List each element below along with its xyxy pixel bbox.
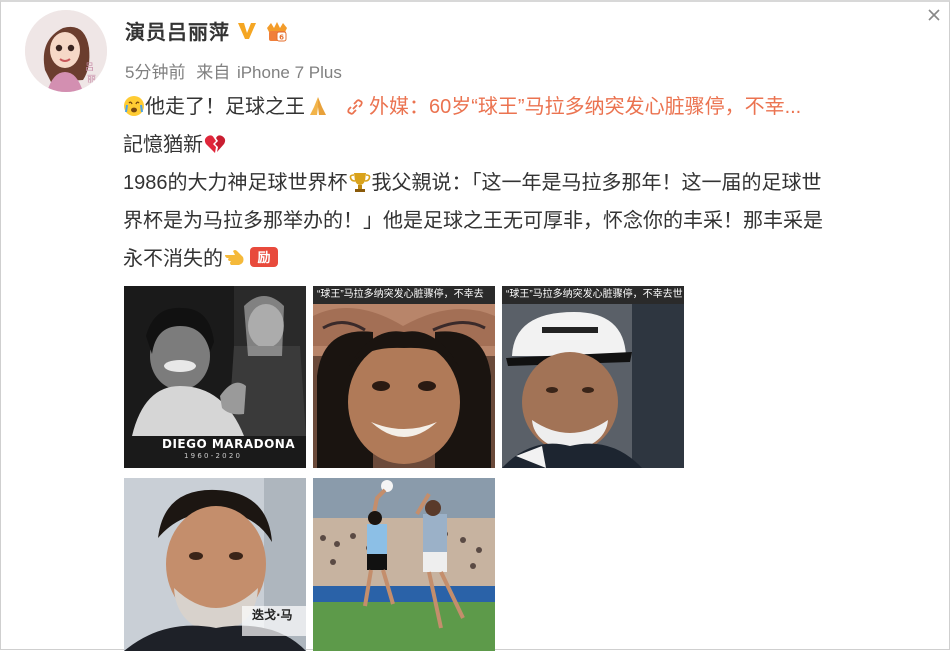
pray-emoji (310, 97, 326, 115)
content-line-3: 1986的大力神足球世界杯 我父親说：「这一年是马拉多那年！这一届的足球世 (123, 164, 943, 202)
close-icon[interactable] (927, 8, 941, 22)
linked-article[interactable]: 外媒：60岁“球王”马拉多纳突发心脏骤停，不幸... (369, 96, 801, 118)
avatar[interactable]: 吕 丽 (25, 10, 107, 92)
content-text-5: 永不消失的 (123, 248, 223, 270)
content-line-1: 他走了！足球之王 外媒：60岁“球王”马拉多纳突发心脏骤停，不幸... (123, 88, 943, 126)
post-meta: 5分钟前 来自 iPhone 7 Plus (125, 58, 342, 83)
weibo-post-card: 吕 丽 演员吕丽萍 6 5分钟前 来自 iPhone 7 Plus 他走了！足球… (0, 0, 950, 651)
svg-text:6: 6 (279, 33, 284, 41)
cheer-emoji: 励 (250, 247, 278, 267)
verified-v-icon (238, 22, 256, 39)
photo-thumbnail-5[interactable] (313, 478, 495, 651)
memorial-years: 1 9 6 0 - 2 0 2 0 (184, 452, 240, 460)
photo-caption-2: “球王”马拉多纳突发心脏骤停，不幸去 (313, 286, 495, 304)
content-text-1: 他走了！足球之王 (145, 96, 305, 118)
svg-text:丽: 丽 (87, 74, 96, 85)
content-line-5: 永不消失的 励 (123, 240, 943, 278)
author-row: 演员吕丽萍 6 (125, 16, 290, 45)
author-name[interactable]: 演员吕丽萍 (125, 16, 230, 45)
crown-badge-icon[interactable]: 6 (264, 19, 290, 43)
photo-caption-3: “球王”马拉多纳突发心脏骤停，不幸去世 (502, 286, 684, 304)
svg-text:吕: 吕 (85, 62, 94, 73)
hand-point-emoji (225, 250, 244, 265)
content-text-3b: 我父親说：「这一年是马拉多那年！这一届的足球世 (371, 172, 822, 194)
content-text-2: 記憶猶新 (123, 134, 203, 156)
content-text-3a: 1986的大力神足球世界杯 (123, 172, 348, 194)
memorial-name: DIEGO MARADONA (162, 437, 296, 451)
broken-heart-emoji (204, 135, 226, 153)
trophy-emoji (349, 173, 370, 192)
photo-thumbnail-2[interactable]: “球王”马拉多纳突发心脏骤停，不幸去 (313, 286, 495, 468)
photo-caption-4: 迭戈·马 (252, 608, 293, 622)
svg-text:励: 励 (257, 251, 270, 266)
source-prefix: 来自 (196, 63, 231, 82)
photo-thumbnail-3[interactable]: “球王”马拉多纳突发心脏骤停，不幸去世 (502, 286, 684, 468)
photo-thumbnail-1[interactable]: DIEGO MARADONA 1 9 6 0 - 2 0 2 0 (124, 286, 306, 468)
post-time[interactable]: 5分钟前 (125, 63, 185, 82)
link-icon (347, 99, 363, 115)
photo-thumbnail-4[interactable]: 迭戈·马 (124, 478, 306, 651)
content-line-4: 界杯是为马拉多那举办的！」他是足球之王无可厚非，怀念你的丰采！那丰采是 (123, 210, 823, 232)
device-source[interactable]: iPhone 7 Plus (237, 63, 342, 82)
content-line-2: 記憶猶新 (123, 126, 943, 164)
crying-emoji (124, 96, 144, 116)
post-content: 他走了！足球之王 外媒：60岁“球王”马拉多纳突发心脏骤停，不幸... 記憶猶新… (123, 88, 943, 278)
